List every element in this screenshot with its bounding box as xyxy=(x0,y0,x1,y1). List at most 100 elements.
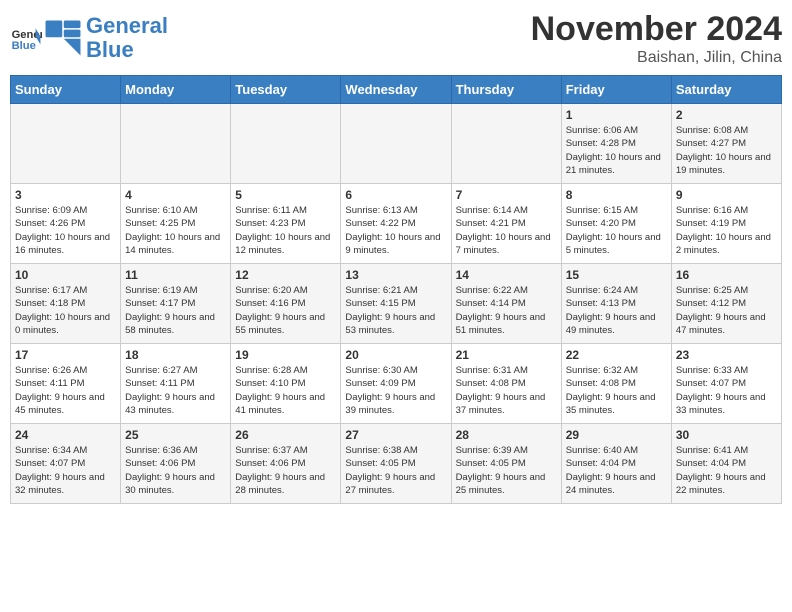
calendar-cell: 13 Sunrise: 6:21 AM Sunset: 4:15 PM Dayli… xyxy=(341,264,451,344)
day-info: Sunrise: 6:06 AM Sunset: 4:28 PM Dayligh… xyxy=(566,124,667,177)
day-number: 15 xyxy=(566,268,667,282)
calendar-cell: 24 Sunrise: 6:34 AM Sunset: 4:07 PM Dayli… xyxy=(11,424,121,504)
calendar-cell: 28 Sunrise: 6:39 AM Sunset: 4:05 PM Dayli… xyxy=(451,424,561,504)
day-number: 27 xyxy=(345,428,446,442)
calendar-cell: 16Sunrise: 6:25 AM Sunset: 4:12 PM Dayli… xyxy=(671,264,781,344)
day-info: Sunrise: 6:24 AM Sunset: 4:13 PM Dayligh… xyxy=(566,284,667,337)
calendar-table: SundayMondayTuesdayWednesdayThursdayFrid… xyxy=(10,75,782,504)
weekday-header-sunday: Sunday xyxy=(11,76,121,104)
day-number: 5 xyxy=(235,188,336,202)
calendar-week-row: 10 Sunrise: 6:17 AM Sunset: 4:18 PM Dayli… xyxy=(11,264,782,344)
day-number: 14 xyxy=(456,268,557,282)
calendar-cell: 6 Sunrise: 6:13 AM Sunset: 4:22 PM Daylig… xyxy=(341,184,451,264)
weekday-header-monday: Monday xyxy=(121,76,231,104)
day-number: 19 xyxy=(235,348,336,362)
day-number: 25 xyxy=(125,428,226,442)
day-number: 9 xyxy=(676,188,777,202)
day-info: Sunrise: 6:13 AM Sunset: 4:22 PM Dayligh… xyxy=(345,204,446,257)
day-number: 20 xyxy=(345,348,446,362)
calendar-cell: 12Sunrise: 6:20 AM Sunset: 4:16 PM Dayli… xyxy=(231,264,341,344)
location-title: Baishan, Jilin, China xyxy=(531,49,782,67)
logo-text: General Blue xyxy=(86,14,168,62)
calendar-body: 1 Sunrise: 6:06 AM Sunset: 4:28 PM Daylig… xyxy=(11,104,782,504)
calendar-cell: 9 Sunrise: 6:16 AM Sunset: 4:19 PM Daylig… xyxy=(671,184,781,264)
day-number: 11 xyxy=(125,268,226,282)
day-number: 26 xyxy=(235,428,336,442)
weekday-header-thursday: Thursday xyxy=(451,76,561,104)
title-area: November 2024 Baishan, Jilin, China xyxy=(531,10,782,67)
calendar-cell: 3 Sunrise: 6:09 AM Sunset: 4:26 PM Daylig… xyxy=(11,184,121,264)
day-info: Sunrise: 6:36 AM Sunset: 4:06 PM Dayligh… xyxy=(125,444,226,497)
calendar-cell: 20 Sunrise: 6:30 AM Sunset: 4:09 PM Dayli… xyxy=(341,344,451,424)
calendar-cell xyxy=(231,104,341,184)
day-number: 1 xyxy=(566,108,667,122)
day-info: Sunrise: 6:15 AM Sunset: 4:20 PM Dayligh… xyxy=(566,204,667,257)
calendar-cell: 10 Sunrise: 6:17 AM Sunset: 4:18 PM Dayli… xyxy=(11,264,121,344)
calendar-week-row: 1 Sunrise: 6:06 AM Sunset: 4:28 PM Daylig… xyxy=(11,104,782,184)
day-info: Sunrise: 6:34 AM Sunset: 4:07 PM Dayligh… xyxy=(15,444,116,497)
calendar-cell xyxy=(451,104,561,184)
day-info: Sunrise: 6:16 AM Sunset: 4:19 PM Dayligh… xyxy=(676,204,777,257)
day-info: Sunrise: 6:31 AM Sunset: 4:08 PM Dayligh… xyxy=(456,364,557,417)
calendar-cell: 29Sunrise: 6:40 AM Sunset: 4:04 PM Dayli… xyxy=(561,424,671,504)
calendar-cell: 22Sunrise: 6:32 AM Sunset: 4:08 PM Dayli… xyxy=(561,344,671,424)
calendar-cell: 19 Sunrise: 6:28 AM Sunset: 4:10 PM Dayli… xyxy=(231,344,341,424)
calendar-week-row: 24 Sunrise: 6:34 AM Sunset: 4:07 PM Dayli… xyxy=(11,424,782,504)
day-info: Sunrise: 6:11 AM Sunset: 4:23 PM Dayligh… xyxy=(235,204,336,257)
calendar-cell: 7Sunrise: 6:14 AM Sunset: 4:21 PM Daylig… xyxy=(451,184,561,264)
calendar-cell: 8 Sunrise: 6:15 AM Sunset: 4:20 PM Daylig… xyxy=(561,184,671,264)
day-info: Sunrise: 6:09 AM Sunset: 4:26 PM Dayligh… xyxy=(15,204,116,257)
weekday-header-friday: Friday xyxy=(561,76,671,104)
day-info: Sunrise: 6:17 AM Sunset: 4:18 PM Dayligh… xyxy=(15,284,116,337)
day-number: 17 xyxy=(15,348,116,362)
day-number: 10 xyxy=(15,268,116,282)
day-info: Sunrise: 6:21 AM Sunset: 4:15 PM Dayligh… xyxy=(345,284,446,337)
calendar-cell: 4Sunrise: 6:10 AM Sunset: 4:25 PM Daylig… xyxy=(121,184,231,264)
weekday-header-saturday: Saturday xyxy=(671,76,781,104)
calendar-week-row: 3 Sunrise: 6:09 AM Sunset: 4:26 PM Daylig… xyxy=(11,184,782,264)
header: General Blue General Blue xyxy=(10,10,782,67)
day-number: 8 xyxy=(566,188,667,202)
svg-text:Blue: Blue xyxy=(12,40,36,52)
day-number: 4 xyxy=(125,188,226,202)
day-info: Sunrise: 6:39 AM Sunset: 4:05 PM Dayligh… xyxy=(456,444,557,497)
day-number: 22 xyxy=(566,348,667,362)
calendar-cell: 27 Sunrise: 6:38 AM Sunset: 4:05 PM Dayli… xyxy=(341,424,451,504)
calendar-cell xyxy=(121,104,231,184)
calendar-cell: 11Sunrise: 6:19 AM Sunset: 4:17 PM Dayli… xyxy=(121,264,231,344)
day-info: Sunrise: 6:14 AM Sunset: 4:21 PM Dayligh… xyxy=(456,204,557,257)
day-info: Sunrise: 6:22 AM Sunset: 4:14 PM Dayligh… xyxy=(456,284,557,337)
logo: General Blue General Blue xyxy=(10,14,168,62)
weekday-header-wednesday: Wednesday xyxy=(341,76,451,104)
day-number: 28 xyxy=(456,428,557,442)
day-info: Sunrise: 6:40 AM Sunset: 4:04 PM Dayligh… xyxy=(566,444,667,497)
day-info: Sunrise: 6:37 AM Sunset: 4:06 PM Dayligh… xyxy=(235,444,336,497)
day-info: Sunrise: 6:38 AM Sunset: 4:05 PM Dayligh… xyxy=(345,444,446,497)
calendar-cell: 18Sunrise: 6:27 AM Sunset: 4:11 PM Dayli… xyxy=(121,344,231,424)
logo-general: General xyxy=(86,13,168,38)
day-number: 13 xyxy=(345,268,446,282)
day-number: 24 xyxy=(15,428,116,442)
calendar-cell: 30Sunrise: 6:41 AM Sunset: 4:04 PM Dayli… xyxy=(671,424,781,504)
logo-graphic xyxy=(44,19,82,57)
calendar-header-row: SundayMondayTuesdayWednesdayThursdayFrid… xyxy=(11,76,782,104)
day-info: Sunrise: 6:30 AM Sunset: 4:09 PM Dayligh… xyxy=(345,364,446,417)
day-info: Sunrise: 6:33 AM Sunset: 4:07 PM Dayligh… xyxy=(676,364,777,417)
day-number: 2 xyxy=(676,108,777,122)
calendar-cell xyxy=(11,104,121,184)
logo-blue: Blue xyxy=(86,37,134,62)
weekday-header-tuesday: Tuesday xyxy=(231,76,341,104)
day-number: 6 xyxy=(345,188,446,202)
day-number: 16 xyxy=(676,268,777,282)
calendar-cell: 15 Sunrise: 6:24 AM Sunset: 4:13 PM Dayli… xyxy=(561,264,671,344)
calendar-cell: 5 Sunrise: 6:11 AM Sunset: 4:23 PM Daylig… xyxy=(231,184,341,264)
month-title: November 2024 xyxy=(531,10,782,49)
day-number: 21 xyxy=(456,348,557,362)
day-info: Sunrise: 6:08 AM Sunset: 4:27 PM Dayligh… xyxy=(676,124,777,177)
calendar-cell: 21 Sunrise: 6:31 AM Sunset: 4:08 PM Dayli… xyxy=(451,344,561,424)
calendar-cell: 23Sunrise: 6:33 AM Sunset: 4:07 PM Dayli… xyxy=(671,344,781,424)
day-number: 3 xyxy=(15,188,116,202)
calendar-cell: 26 Sunrise: 6:37 AM Sunset: 4:06 PM Dayli… xyxy=(231,424,341,504)
logo-icon: General Blue xyxy=(10,22,42,54)
day-info: Sunrise: 6:28 AM Sunset: 4:10 PM Dayligh… xyxy=(235,364,336,417)
